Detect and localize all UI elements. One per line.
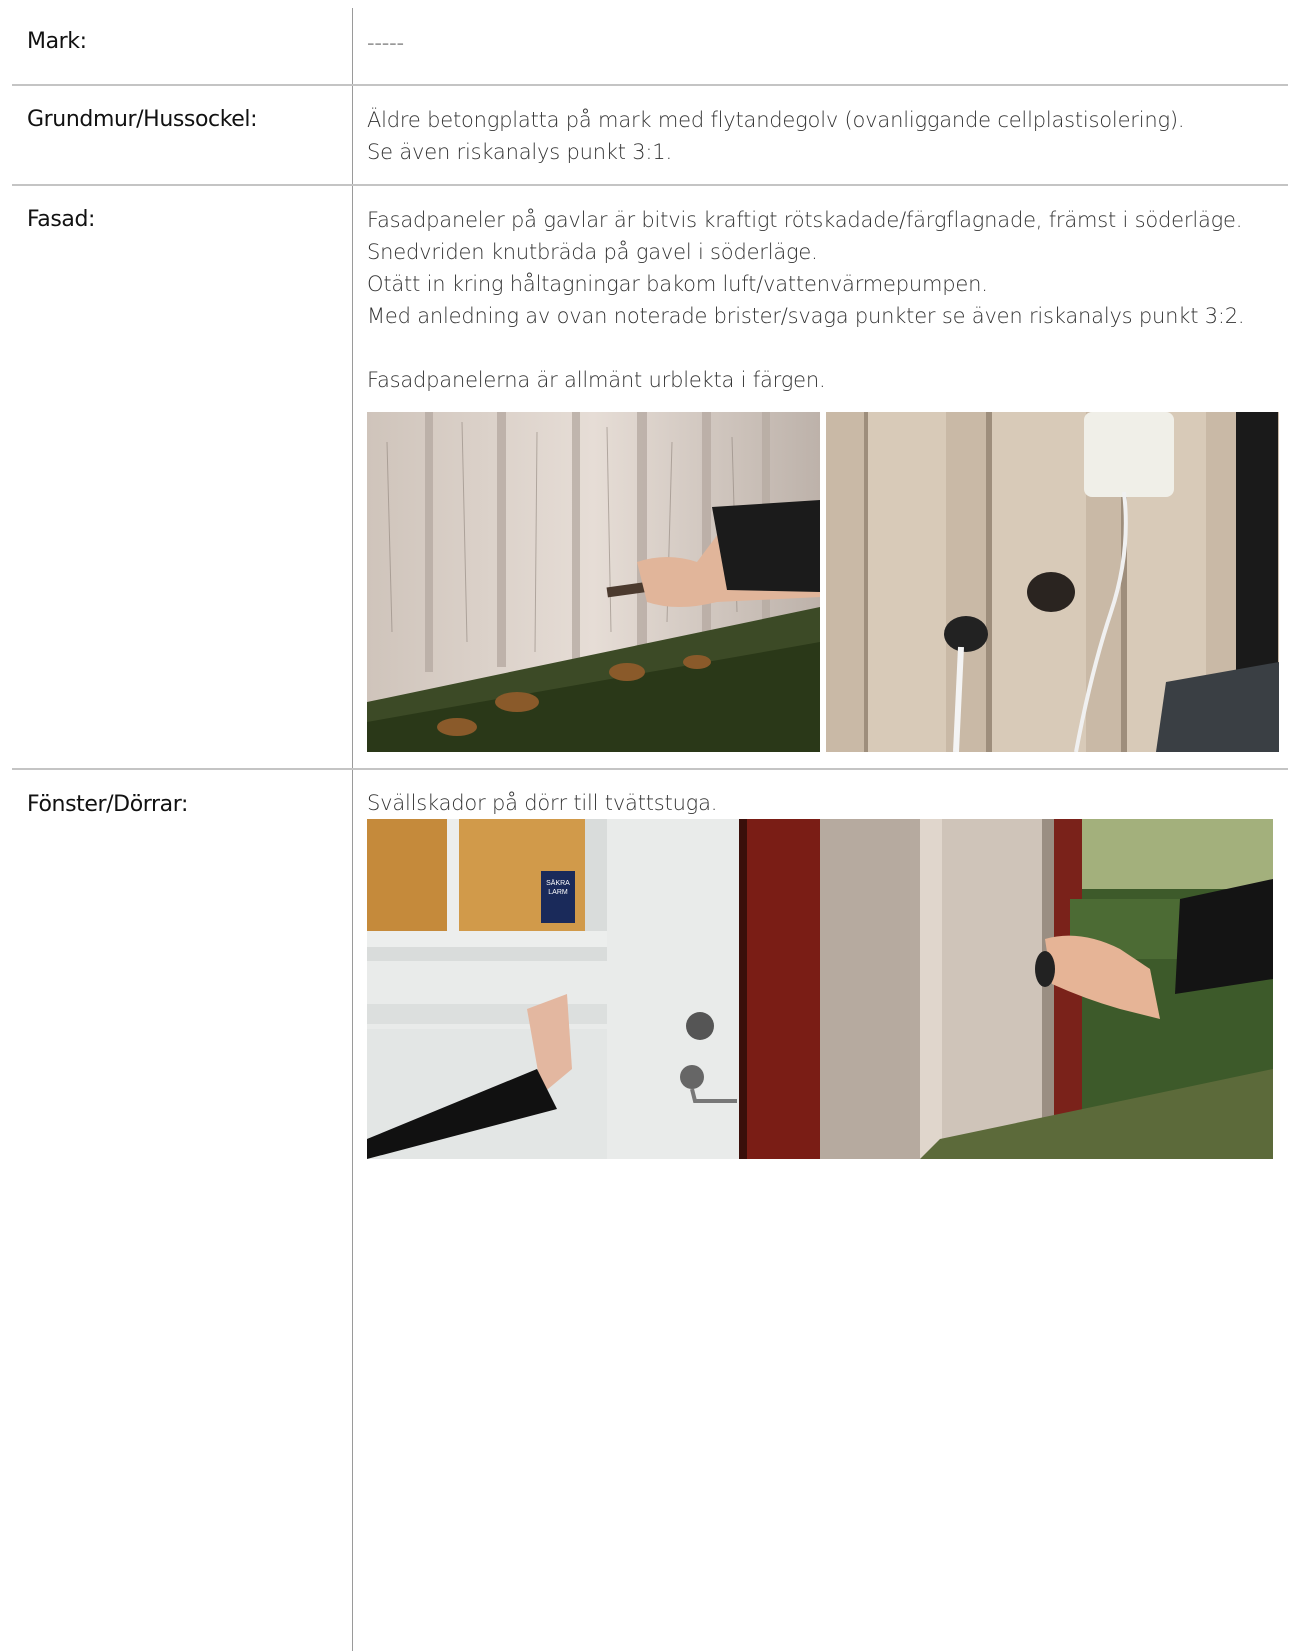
text-line: Se även riskanalys punkt 3:1. xyxy=(367,140,672,164)
photo-rotten-facade-panel xyxy=(367,412,820,752)
photo-swollen-corner-board xyxy=(820,819,1273,1159)
text-line: Äldre betongplatta på mark med flytandeg… xyxy=(367,108,1185,132)
row-label-fonster-dorrar: Fönster/Dörrar: xyxy=(27,792,189,817)
row-label-grundmur: Grundmur/Hussockel: xyxy=(27,107,258,132)
row-divider xyxy=(12,768,1288,770)
sticker-text-line1: SÄKRA xyxy=(546,879,570,887)
row-label-mark: Mark: xyxy=(27,29,87,54)
row-text-fasad: Fasadpaneler på gavlar är bitvis kraftig… xyxy=(367,204,1245,396)
row-text-grundmur: Äldre betongplatta på mark med flytandeg… xyxy=(367,104,1185,168)
text-line: Svällskador på dörr till tvättstuga. xyxy=(367,791,718,815)
row-divider xyxy=(12,84,1288,86)
text-line: Otätt in kring håltagningar bakom luft/v… xyxy=(367,272,988,296)
column-divider xyxy=(352,8,353,1651)
row-divider xyxy=(12,184,1288,186)
row-text-fonster-dorrar: Svällskador på dörr till tvättstuga. xyxy=(367,787,717,819)
sticker-box xyxy=(541,871,575,923)
text-line: Fasadpanelerna är allmänt urblekta i fär… xyxy=(367,368,826,392)
text-line xyxy=(367,332,1244,364)
text-line: ----- xyxy=(367,31,404,55)
sticker-text-line2: LARM xyxy=(548,889,568,896)
text-line: Fasadpaneler på gavlar är bitvis kraftig… xyxy=(367,208,1243,232)
text-line: Snedvriden knutbräda på gavel i söderläg… xyxy=(367,240,818,264)
photo-facade-penetrations xyxy=(826,412,1279,752)
photo-laundry-door: SÄKRA LARM xyxy=(367,819,820,1159)
row-text-mark: ----- xyxy=(367,27,404,59)
row-label-fasad: Fasad: xyxy=(27,207,96,232)
text-line: Med anledning av ovan noterade brister/s… xyxy=(367,304,1245,328)
